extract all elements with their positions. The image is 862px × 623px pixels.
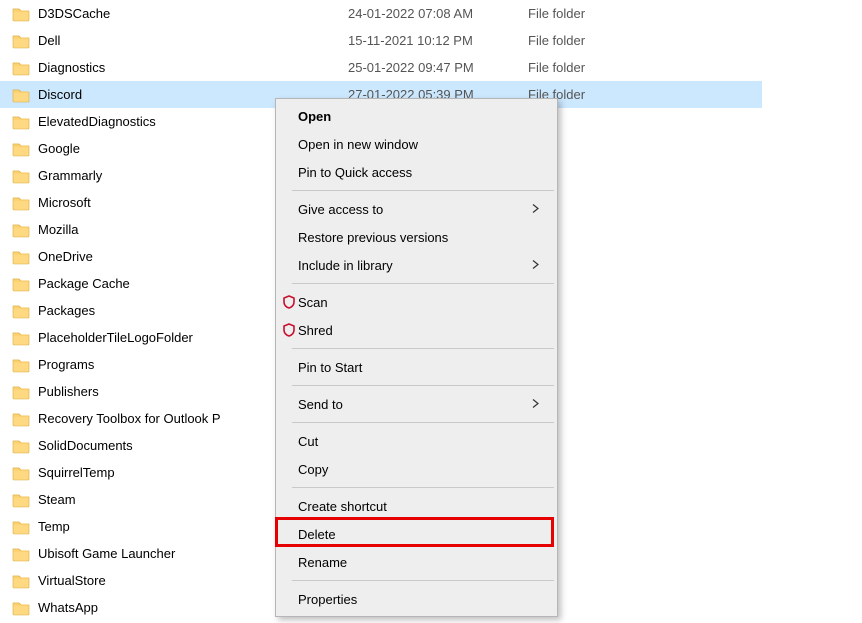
- folder-icon: [12, 600, 30, 616]
- folder-icon: [12, 6, 30, 22]
- folder-icon: [12, 33, 30, 49]
- folder-icon: [12, 141, 30, 157]
- folder-icon: [12, 330, 30, 346]
- menu-copy[interactable]: Copy: [278, 455, 555, 483]
- menu-properties[interactable]: Properties: [278, 585, 555, 613]
- menu-separator: [292, 283, 554, 284]
- folder-icon: [12, 492, 30, 508]
- menu-label: Properties: [298, 592, 357, 607]
- folder-icon: [12, 519, 30, 535]
- menu-rename[interactable]: Rename: [278, 548, 555, 576]
- folder-icon: [12, 357, 30, 373]
- folder-icon: [12, 546, 30, 562]
- menu-label: Send to: [298, 397, 343, 412]
- menu-separator: [292, 348, 554, 349]
- folder-icon: [12, 195, 30, 211]
- menu-separator: [292, 190, 554, 191]
- file-date: 15-11-2021 10:12 PM: [348, 33, 528, 48]
- file-name: D3DSCache: [38, 6, 348, 21]
- chevron-right-icon: [531, 202, 541, 217]
- menu-label: Rename: [298, 555, 347, 570]
- folder-icon: [12, 222, 30, 238]
- folder-icon: [12, 60, 30, 76]
- menu-give-access-to[interactable]: Give access to: [278, 195, 555, 223]
- file-date: 24-01-2022 07:08 AM: [348, 6, 528, 21]
- menu-separator: [292, 385, 554, 386]
- menu-open-new-window[interactable]: Open in new window: [278, 130, 555, 158]
- menu-label: Create shortcut: [298, 499, 387, 514]
- menu-open[interactable]: Open: [278, 102, 555, 130]
- menu-label: Open in new window: [298, 137, 418, 152]
- folder-icon: [12, 303, 30, 319]
- menu-label: Delete: [298, 527, 336, 542]
- menu-create-shortcut[interactable]: Create shortcut: [278, 492, 555, 520]
- menu-send-to[interactable]: Send to: [278, 390, 555, 418]
- folder-icon: [12, 168, 30, 184]
- menu-label: Restore previous versions: [298, 230, 448, 245]
- menu-label: Open: [298, 109, 331, 124]
- folder-icon: [12, 573, 30, 589]
- chevron-right-icon: [531, 397, 541, 412]
- shield-scan-icon: [282, 295, 296, 309]
- file-type: File folder: [528, 6, 585, 21]
- chevron-right-icon: [531, 258, 541, 273]
- shield-shred-icon: [282, 323, 296, 337]
- folder-icon: [12, 249, 30, 265]
- menu-scan[interactable]: Scan: [278, 288, 555, 316]
- menu-label: Include in library: [298, 258, 393, 273]
- menu-pin-quick-access[interactable]: Pin to Quick access: [278, 158, 555, 186]
- menu-restore-previous[interactable]: Restore previous versions: [278, 223, 555, 251]
- file-row[interactable]: D3DSCache24-01-2022 07:08 AMFile folder: [0, 0, 762, 27]
- file-type: File folder: [528, 33, 585, 48]
- file-row[interactable]: Dell15-11-2021 10:12 PMFile folder: [0, 27, 762, 54]
- menu-cut[interactable]: Cut: [278, 427, 555, 455]
- menu-label: Cut: [298, 434, 318, 449]
- file-type: File folder: [528, 60, 585, 75]
- file-row[interactable]: Diagnostics25-01-2022 09:47 PMFile folde…: [0, 54, 762, 81]
- file-name: Dell: [38, 33, 348, 48]
- menu-label: Pin to Start: [298, 360, 362, 375]
- menu-label: Scan: [298, 295, 328, 310]
- menu-label: Pin to Quick access: [298, 165, 412, 180]
- menu-label: Give access to: [298, 202, 383, 217]
- folder-icon: [12, 276, 30, 292]
- folder-icon: [12, 465, 30, 481]
- menu-separator: [292, 422, 554, 423]
- menu-shred[interactable]: Shred: [278, 316, 555, 344]
- menu-separator: [292, 487, 554, 488]
- folder-icon: [12, 438, 30, 454]
- folder-icon: [12, 411, 30, 427]
- file-date: 25-01-2022 09:47 PM: [348, 60, 528, 75]
- menu-label: Shred: [298, 323, 333, 338]
- menu-label: Copy: [298, 462, 328, 477]
- context-menu: Open Open in new window Pin to Quick acc…: [275, 98, 558, 617]
- file-name: Diagnostics: [38, 60, 348, 75]
- menu-delete[interactable]: Delete: [278, 520, 555, 548]
- folder-icon: [12, 87, 30, 103]
- folder-icon: [12, 384, 30, 400]
- menu-include-in-library[interactable]: Include in library: [278, 251, 555, 279]
- folder-icon: [12, 114, 30, 130]
- menu-pin-to-start[interactable]: Pin to Start: [278, 353, 555, 381]
- menu-separator: [292, 580, 554, 581]
